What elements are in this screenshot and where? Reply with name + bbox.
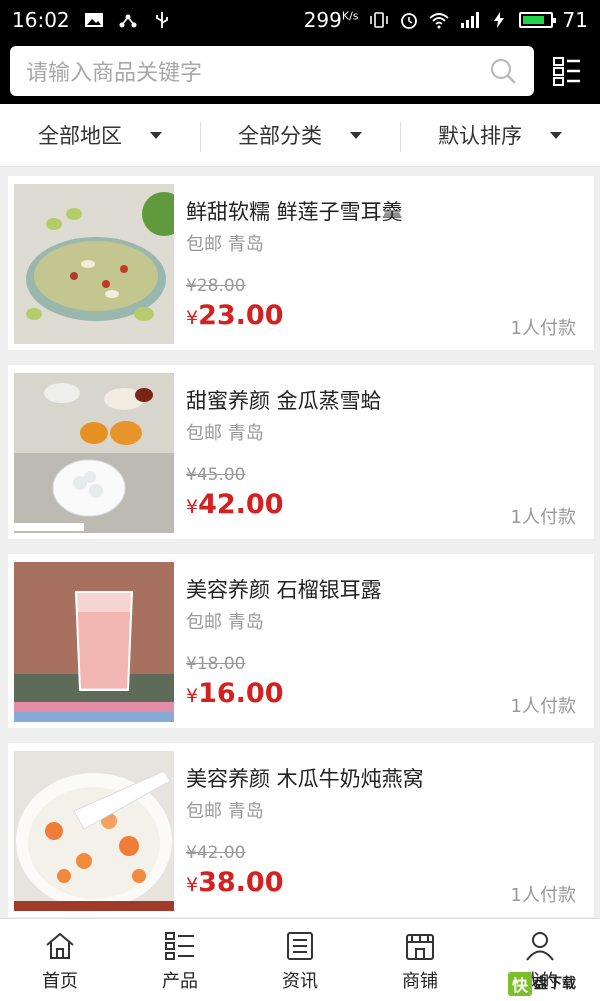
product-card[interactable]: 鲜甜软糯 鲜莲子雪耳羹 包邮 青岛 ¥28.00 ¥23.00 1人付款: [8, 176, 594, 350]
caret-down-icon: [150, 131, 162, 139]
tab-shop[interactable]: 商铺: [360, 919, 480, 1001]
tab-products[interactable]: 产品: [120, 919, 240, 1001]
product-old-price: ¥45.00: [186, 465, 246, 485]
battery-level: 71: [562, 8, 588, 32]
product-shipping: 包邮 青岛: [186, 234, 264, 255]
watermark-logo: 快 盘下载: [508, 970, 596, 998]
product-buyers: 1人付款: [510, 318, 576, 339]
vibrate-icon: [369, 12, 388, 28]
tab-home[interactable]: 首页: [0, 919, 120, 1001]
product-shipping: 包邮 青岛: [186, 801, 264, 822]
category-menu-icon[interactable]: [552, 56, 582, 86]
clock: 16:02: [12, 8, 70, 32]
product-title[interactable]: 甜蜜养颜 金瓜蒸雪蛤: [186, 385, 382, 415]
share-icon: [119, 14, 137, 28]
product-price: ¥38.00: [186, 867, 284, 898]
alarm-icon: [400, 13, 417, 29]
filter-sort[interactable]: 默认排序: [400, 104, 600, 166]
battery-icon: [518, 12, 556, 28]
product-buyers: 1人付款: [510, 507, 576, 528]
status-bar: 16:02 299K/s 71: [0, 0, 600, 40]
product-buyers: 1人付款: [510, 696, 576, 717]
tab-label: 商铺: [402, 971, 438, 992]
product-shipping: 包邮 青岛: [186, 612, 264, 633]
product-card[interactable]: 美容养颜 木瓜牛奶炖燕窝 包邮 青岛 ¥42.00 ¥38.00 1人付款: [8, 743, 594, 917]
product-image-lotus-soup[interactable]: [14, 184, 174, 344]
product-title[interactable]: 美容养颜 石榴银耳露: [186, 574, 382, 604]
filter-label: 全部分类: [238, 124, 322, 148]
network-speed: 299K/s: [303, 8, 359, 32]
search-input[interactable]: 请输入商品关键字: [26, 55, 488, 87]
search-icon[interactable]: [488, 56, 518, 86]
filter-bar: 全部地区 全部分类 默认排序: [0, 104, 600, 167]
tab-label: 首页: [42, 971, 78, 992]
filter-label: 全部地区: [38, 124, 122, 148]
product-price: ¥16.00: [186, 678, 284, 709]
image-icon: [84, 13, 103, 27]
search-box[interactable]: 请输入商品关键字: [10, 46, 534, 96]
product-old-price: ¥18.00: [186, 654, 246, 674]
product-old-price: ¥28.00: [186, 276, 246, 296]
news-icon: [287, 932, 313, 960]
product-shipping: 包邮 青岛: [186, 423, 264, 444]
tab-label: 资讯: [282, 971, 318, 992]
product-card[interactable]: 美容养颜 石榴银耳露 包邮 青岛 ¥18.00 ¥16.00 1人付款: [8, 554, 594, 728]
tab-news[interactable]: 资讯: [240, 919, 360, 1001]
wifi-icon: [428, 13, 449, 29]
product-old-price: ¥42.00: [186, 843, 246, 863]
filter-category[interactable]: 全部分类: [200, 104, 400, 166]
charging-icon: [493, 12, 504, 28]
product-image-pomegranate-drink[interactable]: [14, 562, 174, 722]
watermark-text: 盘下载: [534, 976, 576, 992]
filter-region[interactable]: 全部地区: [0, 104, 200, 166]
caret-down-icon: [550, 131, 562, 139]
signal-icon: [460, 12, 479, 28]
usb-icon: [155, 12, 168, 28]
list-icon: [165, 932, 194, 960]
product-image-papaya-milk[interactable]: [14, 751, 174, 911]
shop-icon: [406, 934, 434, 960]
product-title[interactable]: 美容养颜 木瓜牛奶炖燕窝: [186, 763, 424, 793]
product-price: ¥23.00: [186, 300, 284, 331]
filter-label: 默认排序: [438, 124, 522, 148]
watermark-badge: 快: [508, 972, 532, 996]
product-buyers: 1人付款: [510, 885, 576, 906]
product-title[interactable]: 鲜甜软糯 鲜莲子雪耳羹: [186, 196, 403, 226]
app-header: 请输入商品关键字: [0, 40, 600, 104]
product-image-pumpkin-snow-clam[interactable]: [14, 373, 174, 533]
product-card[interactable]: 甜蜜养颜 金瓜蒸雪蛤 包邮 青岛 ¥45.00 ¥42.00 1人付款: [8, 365, 594, 539]
user-icon: [526, 932, 554, 961]
home-icon: [46, 932, 74, 959]
caret-down-icon: [350, 131, 362, 139]
product-price: ¥42.00: [186, 489, 284, 520]
tab-label: 产品: [162, 971, 198, 992]
